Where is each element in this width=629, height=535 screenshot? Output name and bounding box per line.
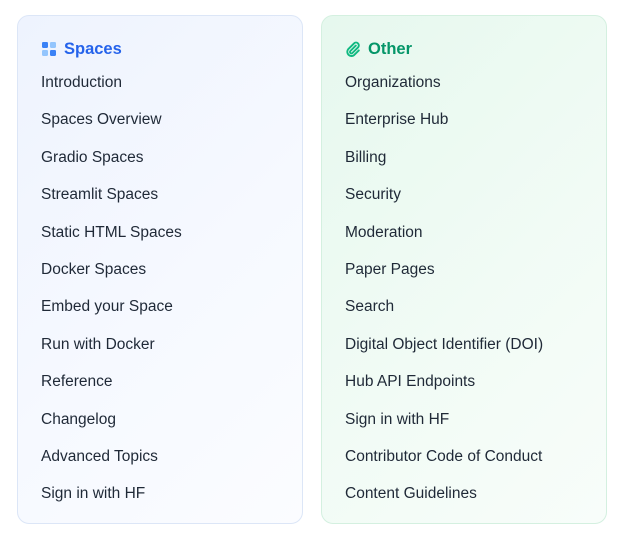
docs-section-grid: Spaces Introduction Spaces Overview Grad… [0, 0, 629, 535]
spaces-link-gradio-spaces[interactable]: Gradio Spaces [41, 148, 182, 185]
spaces-card-header: Spaces [41, 39, 122, 59]
other-link-security[interactable]: Security [345, 185, 543, 222]
other-link-list: Organizations Enterprise Hub Billing Sec… [345, 73, 543, 522]
other-link-hub-api-endpoints[interactable]: Hub API Endpoints [345, 372, 543, 409]
other-card-title: Other [368, 40, 413, 58]
other-card-header: Other [345, 39, 412, 59]
other-link-content-guidelines[interactable]: Content Guidelines [345, 484, 543, 521]
spaces-link-spaces-overview[interactable]: Spaces Overview [41, 110, 182, 147]
other-card: Other Organizations Enterprise Hub Billi… [321, 15, 607, 524]
spaces-link-run-with-docker[interactable]: Run with Docker [41, 335, 182, 372]
spaces-link-introduction[interactable]: Introduction [41, 73, 182, 110]
spaces-link-streamlit-spaces[interactable]: Streamlit Spaces [41, 185, 182, 222]
other-link-organizations[interactable]: Organizations [345, 73, 543, 110]
spaces-link-embed-your-space[interactable]: Embed your Space [41, 297, 182, 334]
other-link-doi[interactable]: Digital Object Identifier (DOI) [345, 335, 543, 372]
other-link-billing[interactable]: Billing [345, 148, 543, 185]
spaces-link-changelog[interactable]: Changelog [41, 410, 182, 447]
paperclip-icon [345, 41, 361, 57]
spaces-link-sign-in-with-hf[interactable]: Sign in with HF [41, 484, 182, 521]
other-link-code-of-conduct[interactable]: Contributor Code of Conduct [345, 447, 543, 484]
spaces-link-static-html-spaces[interactable]: Static HTML Spaces [41, 223, 182, 260]
spaces-link-list: Introduction Spaces Overview Gradio Spac… [41, 73, 182, 522]
spaces-link-advanced-topics[interactable]: Advanced Topics [41, 447, 182, 484]
spaces-grid-icon [41, 41, 57, 57]
spaces-link-docker-spaces[interactable]: Docker Spaces [41, 260, 182, 297]
other-link-enterprise-hub[interactable]: Enterprise Hub [345, 110, 543, 147]
other-link-sign-in-with-hf[interactable]: Sign in with HF [345, 410, 543, 447]
spaces-card: Spaces Introduction Spaces Overview Grad… [17, 15, 303, 524]
other-link-paper-pages[interactable]: Paper Pages [345, 260, 543, 297]
other-link-search[interactable]: Search [345, 297, 543, 334]
spaces-card-title: Spaces [64, 40, 122, 58]
other-link-moderation[interactable]: Moderation [345, 223, 543, 260]
spaces-link-reference[interactable]: Reference [41, 372, 182, 409]
